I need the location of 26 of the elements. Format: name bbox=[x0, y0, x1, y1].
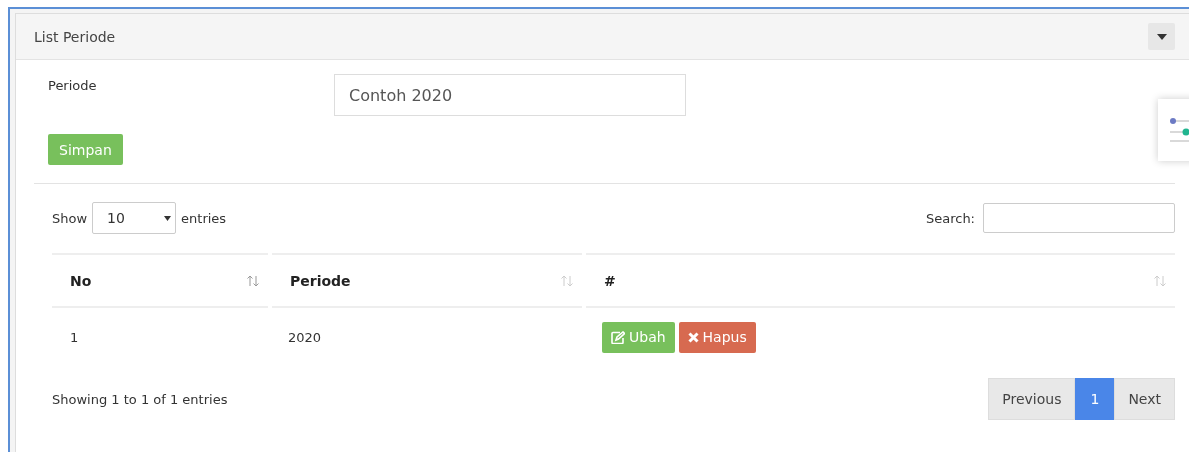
show-label: Show bbox=[52, 210, 88, 226]
sort-icon[interactable] bbox=[560, 274, 574, 287]
table-cell: 2020 bbox=[288, 329, 322, 345]
collapse-button[interactable] bbox=[1148, 23, 1175, 50]
search-label: Search: bbox=[925, 210, 975, 226]
caret-icon bbox=[164, 215, 172, 221]
search-field[interactable] bbox=[983, 203, 1175, 233]
column-header[interactable]: No bbox=[70, 272, 92, 289]
entries-label: entries bbox=[181, 210, 227, 226]
page-button[interactable]: Previous bbox=[988, 378, 1076, 420]
sort-icon[interactable] bbox=[1153, 274, 1167, 287]
close-icon bbox=[687, 331, 699, 343]
sliders-icon bbox=[1170, 118, 1189, 142]
table-cell: 1 bbox=[70, 329, 79, 345]
edit-icon bbox=[611, 330, 625, 344]
sort-icon[interactable] bbox=[246, 274, 260, 287]
page-size-select[interactable]: 10 bbox=[92, 202, 177, 234]
page-button[interactable]: Next bbox=[1114, 378, 1175, 420]
caret-icon bbox=[1156, 33, 1167, 40]
entries-info: Showing 1 to 1 of 1 entries bbox=[52, 391, 228, 407]
field-label: Periode bbox=[48, 77, 98, 93]
column-header[interactable]: Periode bbox=[290, 272, 351, 289]
panel-title: List Periode bbox=[34, 28, 116, 45]
page-button[interactable]: 1 bbox=[1075, 378, 1115, 420]
column-header[interactable]: # bbox=[604, 272, 616, 289]
periode-input[interactable]: Contoh 2020 bbox=[334, 74, 686, 116]
